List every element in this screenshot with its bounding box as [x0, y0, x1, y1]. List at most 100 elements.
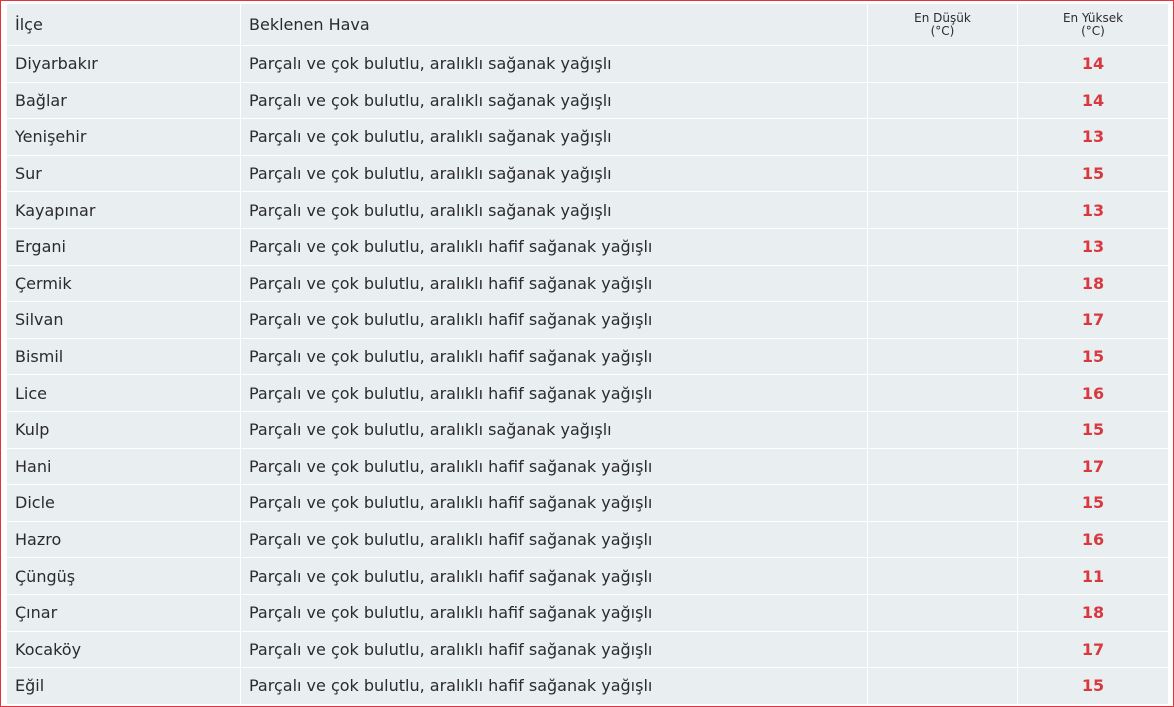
- weather-table-frame: İlçe Beklenen Hava En Düşük (°C) En Yüks…: [0, 0, 1174, 707]
- district-cell: Bağlar: [7, 82, 241, 120]
- table-row: Ergani Parçalı ve çok bulutlu, aralıklı h…: [7, 228, 1169, 266]
- header-row: İlçe Beklenen Hava En Düşük (°C) En Yüks…: [7, 4, 1169, 46]
- district-cell: Sur: [7, 155, 241, 193]
- max-temp-cell: 15: [1018, 485, 1169, 522]
- max-temp-cell: 17: [1018, 448, 1169, 486]
- district-cell: Çüngüş: [7, 558, 241, 595]
- max-temp-cell: 15: [1018, 668, 1169, 705]
- header-max-temp: En Yüksek (°C): [1018, 4, 1169, 46]
- weather-cell: Parçalı ve çok bulutlu, aralıklı hafif s…: [241, 375, 868, 412]
- weather-cell: Parçalı ve çok bulutlu, aralıklı hafif s…: [241, 521, 868, 559]
- district-cell: Eğil: [7, 668, 241, 705]
- min-temp-cell: [868, 228, 1018, 266]
- weather-cell: Parçalı ve çok bulutlu, aralıklı hafif s…: [241, 302, 868, 339]
- district-cell: Silvan: [7, 302, 241, 339]
- table-row: Bağlar Parçalı ve çok bulutlu, aralıklı s…: [7, 82, 1169, 120]
- header-max-temp-unit: (°C): [1081, 23, 1105, 38]
- min-temp-cell: [868, 631, 1018, 669]
- district-cell: Ergani: [7, 228, 241, 266]
- min-temp-cell: [868, 338, 1018, 376]
- max-temp-cell: 13: [1018, 119, 1169, 156]
- max-temp-cell: 15: [1018, 338, 1169, 376]
- table-row: Kulp Parçalı ve çok bulutlu, aralıklı sağ…: [7, 411, 1169, 449]
- weather-cell: Parçalı ve çok bulutlu, aralıklı hafif s…: [241, 668, 868, 705]
- weather-cell: Parçalı ve çok bulutlu, aralıklı sağanak…: [241, 411, 868, 449]
- district-cell: Dicle: [7, 485, 241, 522]
- max-temp-cell: 17: [1018, 631, 1169, 669]
- max-temp-cell: 14: [1018, 82, 1169, 120]
- header-min-temp-unit: (°C): [930, 23, 955, 38]
- district-cell: Lice: [7, 375, 241, 412]
- table-row: Silvan Parçalı ve çok bulutlu, aralıklı h…: [7, 302, 1169, 339]
- table-row: Dicle Parçalı ve çok bulutlu, aralıklı ha…: [7, 485, 1169, 522]
- min-temp-cell: [868, 668, 1018, 705]
- min-temp-cell: [868, 119, 1018, 156]
- header-district: İlçe: [7, 4, 241, 46]
- weather-cell: Parçalı ve çok bulutlu, aralıklı hafif s…: [241, 485, 868, 522]
- max-temp-cell: 16: [1018, 375, 1169, 412]
- max-temp-cell: 17: [1018, 302, 1169, 339]
- min-temp-cell: [868, 521, 1018, 559]
- max-temp-cell: 13: [1018, 228, 1169, 266]
- weather-cell: Parçalı ve çok bulutlu, aralıklı sağanak…: [241, 155, 868, 193]
- district-cell: Hani: [7, 448, 241, 486]
- table-row: Çınar Parçalı ve çok bulutlu, aralıklı ha…: [7, 594, 1169, 632]
- weather-cell: Parçalı ve çok bulutlu, aralıklı hafif s…: [241, 228, 868, 266]
- table-row: Kayapınar Parçalı ve çok bulutlu, aralıkl…: [7, 192, 1169, 229]
- weather-cell: Parçalı ve çok bulutlu, aralıklı sağanak…: [241, 82, 868, 120]
- min-temp-cell: [868, 375, 1018, 412]
- header-min-temp: En Düşük (°C): [868, 4, 1018, 46]
- district-cell: Çınar: [7, 594, 241, 632]
- min-temp-cell: [868, 594, 1018, 632]
- table-row: Hazro Parçalı ve çok bulutlu, aralıklı ha…: [7, 521, 1169, 559]
- weather-cell: Parçalı ve çok bulutlu, aralıklı sağanak…: [241, 119, 868, 156]
- district-cell: Kocaköy: [7, 631, 241, 669]
- table-header: İlçe Beklenen Hava En Düşük (°C) En Yüks…: [7, 4, 1169, 46]
- district-cell: Yenişehir: [7, 119, 241, 156]
- district-cell: Kayapınar: [7, 192, 241, 229]
- header-min-temp-label: En Düşük: [914, 10, 971, 25]
- table-row: Yenişehir Parçalı ve çok bulutlu, aralıkl…: [7, 119, 1169, 156]
- min-temp-cell: [868, 411, 1018, 449]
- max-temp-cell: 16: [1018, 521, 1169, 559]
- table-body: Diyarbakır Parçalı ve çok bulutlu, aralık…: [7, 46, 1169, 705]
- table-row: Kocaköy Parçalı ve çok bulutlu, aralıklı …: [7, 631, 1169, 669]
- header-max-temp-label: En Yüksek: [1062, 10, 1124, 25]
- table-row: Çermik Parçalı ve çok bulutlu, aralıklı h…: [7, 265, 1169, 303]
- weather-forecast-table: İlçe Beklenen Hava En Düşük (°C) En Yüks…: [7, 4, 1169, 705]
- table-row: Hani Parçalı ve çok bulutlu, aralıklı haf…: [7, 448, 1169, 486]
- max-temp-cell: 18: [1018, 265, 1169, 303]
- min-temp-cell: [868, 46, 1018, 83]
- weather-cell: Parçalı ve çok bulutlu, aralıklı sağanak…: [241, 46, 868, 83]
- header-expected-weather: Beklenen Hava: [241, 4, 868, 46]
- table-row: Lice Parçalı ve çok bulutlu, aralıklı haf…: [7, 375, 1169, 412]
- max-temp-cell: 18: [1018, 594, 1169, 632]
- table-row: Bismil Parçalı ve çok bulutlu, aralıklı h…: [7, 338, 1169, 376]
- weather-cell: Parçalı ve çok bulutlu, aralıklı hafif s…: [241, 631, 868, 669]
- min-temp-cell: [868, 192, 1018, 229]
- min-temp-cell: [868, 302, 1018, 339]
- district-cell: Diyarbakır: [7, 46, 241, 83]
- weather-cell: Parçalı ve çok bulutlu, aralıklı hafif s…: [241, 558, 868, 595]
- min-temp-cell: [868, 558, 1018, 595]
- min-temp-cell: [868, 448, 1018, 486]
- max-temp-cell: 14: [1018, 46, 1169, 83]
- district-cell: Kulp: [7, 411, 241, 449]
- district-cell: Bismil: [7, 338, 241, 376]
- district-cell: Hazro: [7, 521, 241, 559]
- max-temp-cell: 15: [1018, 411, 1169, 449]
- district-cell: Çermik: [7, 265, 241, 303]
- weather-cell: Parçalı ve çok bulutlu, aralıklı sağanak…: [241, 192, 868, 229]
- weather-cell: Parçalı ve çok bulutlu, aralıklı hafif s…: [241, 338, 868, 376]
- table-row: Sur Parçalı ve çok bulutlu, aralıklı sağa…: [7, 155, 1169, 193]
- min-temp-cell: [868, 155, 1018, 193]
- weather-cell: Parçalı ve çok bulutlu, aralıklı hafif s…: [241, 265, 868, 303]
- weather-cell: Parçalı ve çok bulutlu, aralıklı hafif s…: [241, 594, 868, 632]
- min-temp-cell: [868, 82, 1018, 120]
- table-row: Çüngüş Parçalı ve çok bulutlu, aralıklı h…: [7, 558, 1169, 595]
- table-row: Eğil Parçalı ve çok bulutlu, aralıklı haf…: [7, 668, 1169, 705]
- min-temp-cell: [868, 485, 1018, 522]
- max-temp-cell: 13: [1018, 192, 1169, 229]
- weather-cell: Parçalı ve çok bulutlu, aralıklı hafif s…: [241, 448, 868, 486]
- table-row: Diyarbakır Parçalı ve çok bulutlu, aralık…: [7, 46, 1169, 83]
